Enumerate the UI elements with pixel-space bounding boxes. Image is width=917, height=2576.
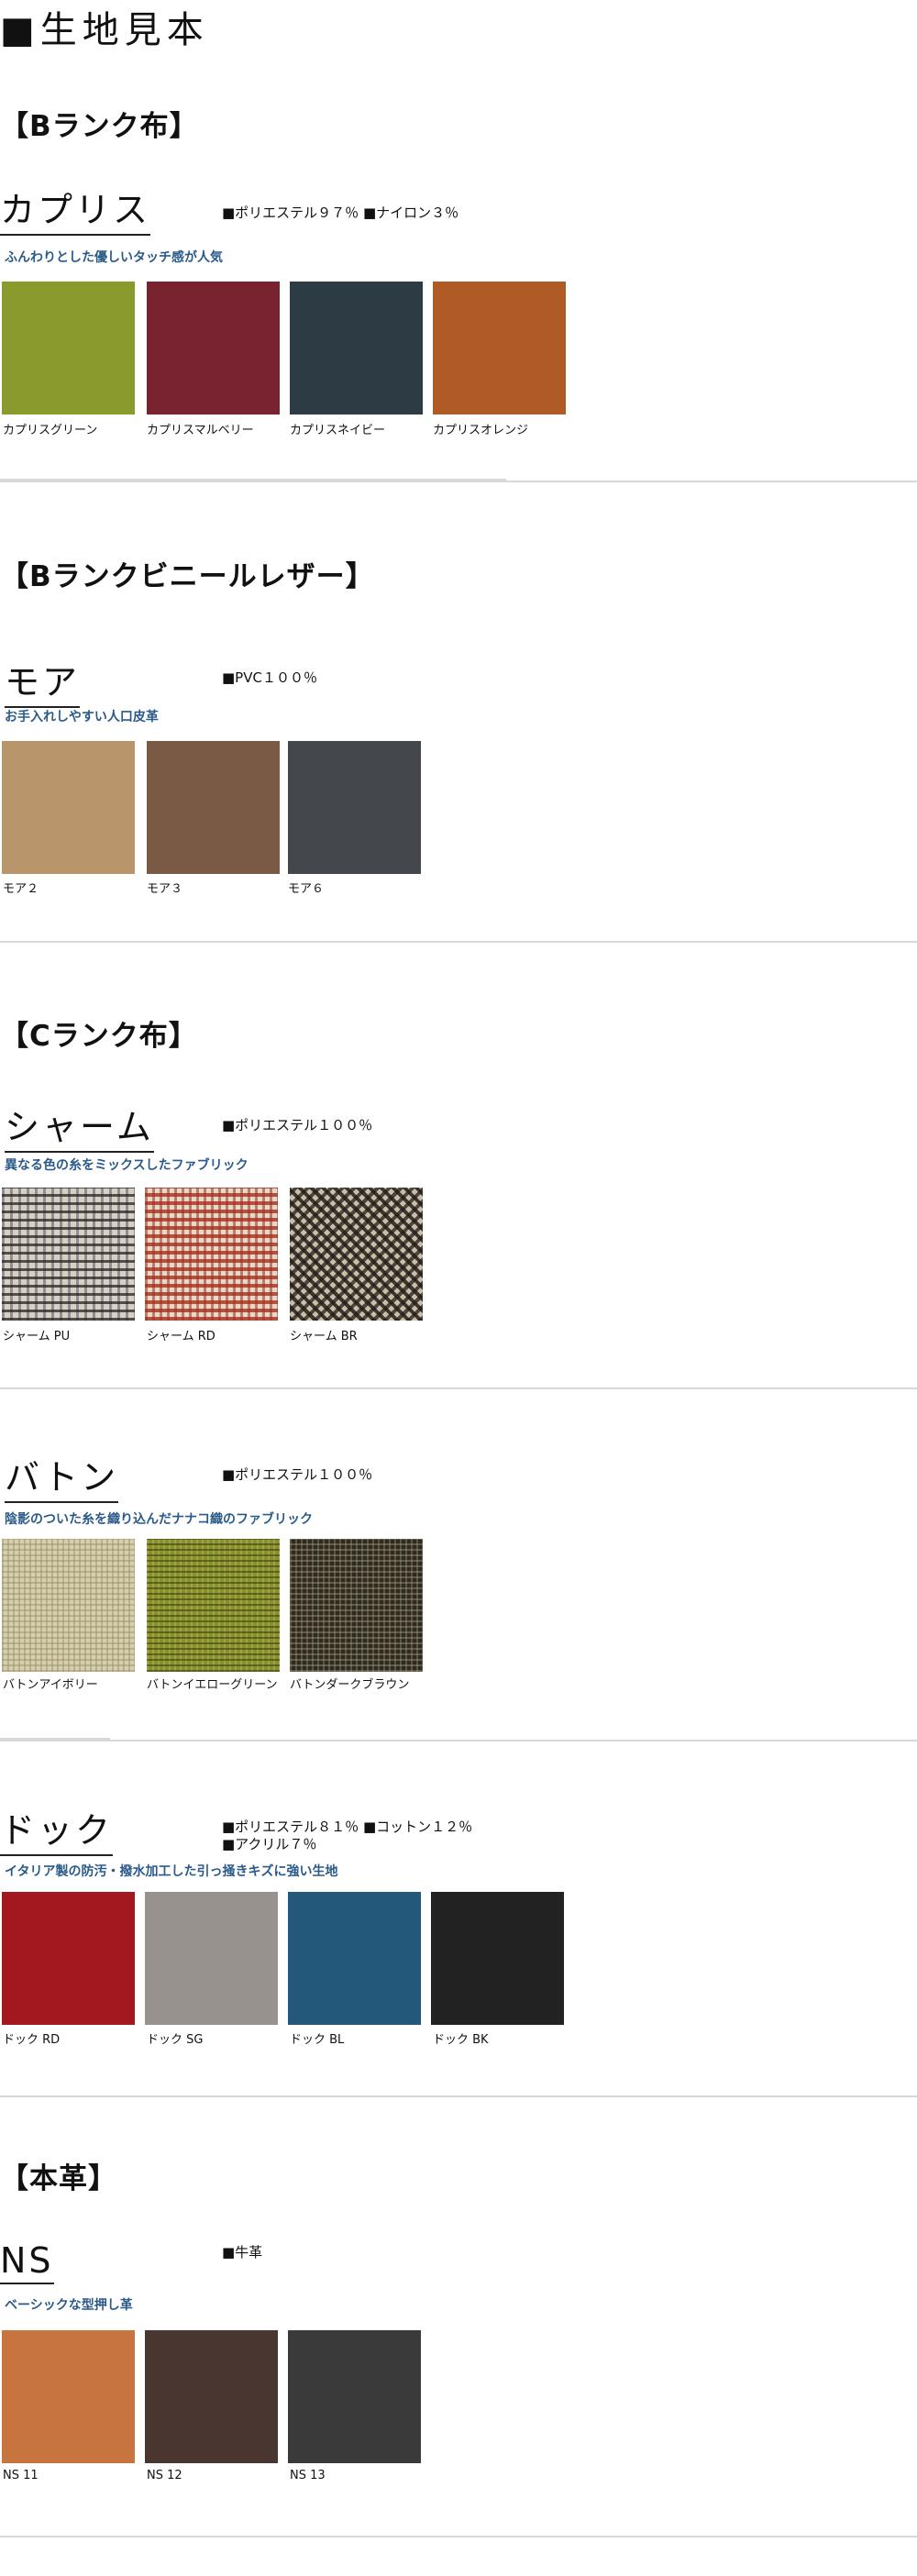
- swatch-moa-6[interactable]: [288, 741, 421, 874]
- page-title: ■生地見本: [0, 9, 209, 51]
- swatch-label: NS 13: [290, 2469, 326, 2482]
- swatch-label: ドック SG: [147, 2033, 204, 2047]
- fabric-name-dock: ドック: [0, 1802, 114, 1856]
- swatch-label: バトンダークブラウン: [290, 1678, 410, 1692]
- composition-line: ■ポリエステル１００％: [222, 1466, 373, 1483]
- composition-line: ■ポリエステル９７％ ■ナイロン３％: [222, 205, 459, 221]
- section-heading-c-cloth: 【Cランク布】: [0, 1020, 198, 1053]
- swatch-ns-12[interactable]: [145, 2330, 278, 2463]
- fabric-composition-baton: ■ポリエステル１００％: [222, 1466, 372, 1484]
- swatch-label: ドック BL: [290, 2033, 345, 2047]
- swatch-label: カプリスオレンジ: [433, 424, 529, 437]
- swatch-label: モア３: [147, 882, 183, 896]
- fabric-feature-moa: お手入れしやすい人口皮革: [5, 710, 159, 724]
- fabric-feature-baton: 陰影のついた糸を織り込んだナナコ織のファブリック: [5, 1512, 313, 1527]
- fabric-name-capris: カプリス: [0, 182, 151, 236]
- divider: [0, 1388, 917, 1389]
- section-heading-b-vinyl: 【Bランクビニールレザー】: [0, 560, 375, 593]
- fabric-feature-ns: ベーシックな型押し革: [5, 2298, 133, 2313]
- swatch-ns-11[interactable]: [2, 2330, 135, 2463]
- swatch-capris-navy[interactable]: [290, 282, 423, 415]
- composition-line: ■ポリエステル１００％: [222, 1117, 373, 1133]
- swatch-label: バトンアイボリー: [3, 1678, 98, 1692]
- fabric-feature-charme: 異なる色の糸をミックスしたファブリック: [5, 1158, 249, 1173]
- swatch-label: シャーム PU: [3, 1330, 71, 1343]
- swatch-label: モア６: [288, 882, 325, 896]
- swatch-capris-mulberry[interactable]: [147, 282, 280, 415]
- swatch-label: シャーム BR: [290, 1330, 358, 1343]
- composition-line: ■アクリル７％: [222, 1836, 317, 1852]
- fabric-name-baton: バトン: [5, 1449, 119, 1503]
- section-heading-b-cloth: 【Bランク布】: [0, 110, 199, 143]
- composition-line: ■牛革: [222, 2244, 263, 2261]
- swatch-label: NS 12: [147, 2469, 182, 2482]
- swatch-label: カプリスグリーン: [3, 424, 98, 437]
- fabric-feature-capris: ふんわりとした優しいタッチ感が人気: [5, 250, 223, 265]
- swatch-moa-3[interactable]: [147, 741, 280, 874]
- swatch-charme-rd[interactable]: [145, 1188, 278, 1321]
- swatch-label: シャーム RD: [147, 1330, 215, 1343]
- fabric-composition-dock: ■ポリエステル８１％ ■コットン１２％ ■アクリル７％: [222, 1819, 472, 1853]
- swatch-capris-orange[interactable]: [433, 282, 566, 415]
- fabric-composition-charme: ■ポリエステル１００％: [222, 1117, 372, 1134]
- divider: [0, 481, 917, 482]
- fabric-composition-ns: ■牛革: [222, 2244, 262, 2261]
- swatch-ns-13[interactable]: [288, 2330, 421, 2463]
- composition-line: ■PVC１００％: [222, 669, 317, 686]
- fabric-composition-moa: ■PVC１００％: [222, 669, 317, 687]
- swatch-label: バトンイエローグリーン: [147, 1678, 278, 1692]
- swatch-label: カプリスネイビー: [290, 424, 386, 437]
- swatch-baton-ivory[interactable]: [2, 1539, 135, 1672]
- fabric-name-ns: NS: [0, 2240, 54, 2284]
- swatch-moa-2[interactable]: [2, 741, 135, 874]
- fabric-feature-dock: イタリア製の防汚・撥水加工した引っ掻きキズに強い生地: [5, 1864, 338, 1879]
- swatch-charme-pu[interactable]: [2, 1188, 135, 1321]
- swatch-label: ドック BK: [433, 2033, 489, 2047]
- divider: [0, 2095, 917, 2097]
- composition-line: ■ポリエステル８１％ ■コットン１２％: [222, 1819, 473, 1835]
- swatch-capris-green[interactable]: [2, 282, 135, 415]
- swatch-baton-yellow-green[interactable]: [147, 1539, 280, 1672]
- swatch-dock-bl[interactable]: [288, 1892, 421, 2025]
- fabric-name-moa: モア: [5, 654, 81, 708]
- swatch-dock-sg[interactable]: [145, 1892, 278, 2025]
- divider: [0, 941, 917, 943]
- swatch-label: ドック RD: [3, 2033, 61, 2047]
- fabric-composition-capris: ■ポリエステル９７％ ■ナイロン３％: [222, 205, 458, 222]
- swatch-label: モア２: [3, 882, 39, 896]
- divider: [0, 1740, 917, 1741]
- swatch-baton-dark-brown[interactable]: [290, 1539, 423, 1672]
- swatch-dock-bk[interactable]: [431, 1892, 564, 2025]
- swatch-dock-rd[interactable]: [2, 1892, 135, 2025]
- fabric-name-charme: シャーム: [5, 1099, 154, 1153]
- divider: [0, 2536, 917, 2537]
- swatch-charme-br[interactable]: [290, 1188, 423, 1321]
- swatch-label: カプリスマルベリー: [147, 424, 254, 437]
- section-heading-leather: 【本革】: [0, 2162, 117, 2195]
- swatch-label: NS 11: [3, 2469, 39, 2482]
